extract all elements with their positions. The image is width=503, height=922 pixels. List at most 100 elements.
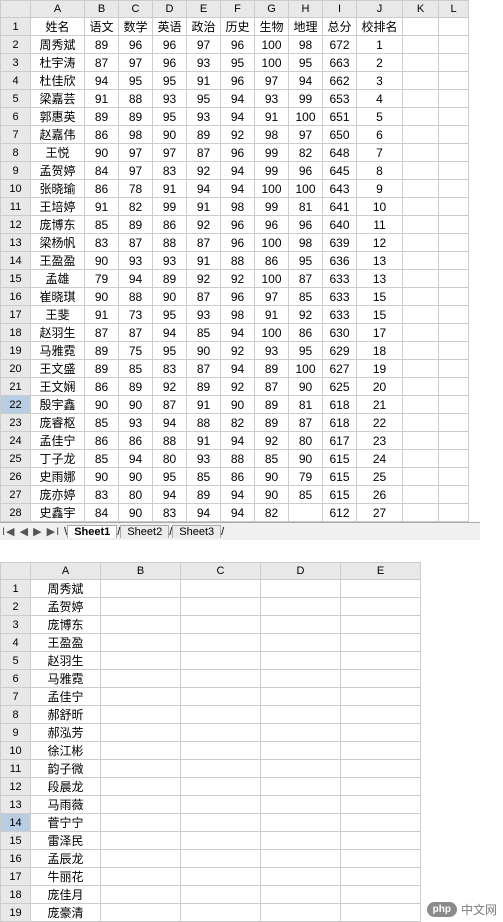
cell[interactable]: 618 xyxy=(323,414,357,432)
cell[interactable]: 100 xyxy=(255,324,289,342)
cell[interactable]: 79 xyxy=(289,468,323,486)
col-header-A[interactable]: A xyxy=(31,563,101,580)
cell[interactable]: 83 xyxy=(153,360,187,378)
cell[interactable]: 645 xyxy=(323,162,357,180)
cell[interactable]: 菅宁宁 xyxy=(31,814,101,832)
cell[interactable]: 英语 xyxy=(153,18,187,36)
row-header[interactable]: 14 xyxy=(1,252,31,270)
cell[interactable]: 93 xyxy=(187,450,221,468)
cell[interactable] xyxy=(181,886,261,904)
cell[interactable]: 94 xyxy=(221,162,255,180)
cell[interactable] xyxy=(341,688,421,706)
cell[interactable]: 94 xyxy=(221,504,255,522)
cell[interactable]: 92 xyxy=(221,270,255,288)
cell[interactable]: 95 xyxy=(289,342,323,360)
cell[interactable]: 91 xyxy=(255,306,289,324)
cell[interactable] xyxy=(439,306,469,324)
cell[interactable] xyxy=(181,814,261,832)
cell[interactable]: 75 xyxy=(119,342,153,360)
cell[interactable] xyxy=(261,580,341,598)
row-header[interactable]: 9 xyxy=(1,724,31,742)
cell[interactable]: 姓名 xyxy=(31,18,85,36)
cell[interactable] xyxy=(403,144,439,162)
cell[interactable] xyxy=(181,616,261,634)
cell[interactable]: 96 xyxy=(221,288,255,306)
col-header-J[interactable]: J xyxy=(357,1,403,18)
cell[interactable]: 92 xyxy=(187,162,221,180)
cell[interactable]: 88 xyxy=(153,432,187,450)
cell[interactable]: 96 xyxy=(221,144,255,162)
cell[interactable]: 82 xyxy=(221,414,255,432)
row-header[interactable]: 14 xyxy=(1,814,31,832)
cell[interactable]: 651 xyxy=(323,108,357,126)
cell[interactable]: 91 xyxy=(187,72,221,90)
cell[interactable]: 90 xyxy=(85,144,119,162)
row-header[interactable]: 12 xyxy=(1,216,31,234)
cell[interactable] xyxy=(439,54,469,72)
cell[interactable]: 84 xyxy=(85,162,119,180)
cell[interactable]: 90 xyxy=(255,468,289,486)
row-header[interactable]: 8 xyxy=(1,706,31,724)
cell[interactable]: 数学 xyxy=(119,18,153,36)
cell[interactable] xyxy=(439,90,469,108)
cell[interactable]: 95 xyxy=(153,306,187,324)
row-header[interactable]: 9 xyxy=(1,162,31,180)
cell[interactable] xyxy=(403,306,439,324)
cell[interactable] xyxy=(101,652,181,670)
cell[interactable]: 97 xyxy=(119,54,153,72)
cell[interactable]: 赵羽生 xyxy=(31,324,85,342)
col-header-C[interactable]: C xyxy=(119,1,153,18)
cell[interactable]: 91 xyxy=(187,396,221,414)
cell[interactable] xyxy=(439,324,469,342)
cell[interactable] xyxy=(289,504,323,522)
row-header[interactable]: 25 xyxy=(1,450,31,468)
cell[interactable] xyxy=(403,252,439,270)
cell[interactable] xyxy=(439,378,469,396)
cell[interactable] xyxy=(403,486,439,504)
cell[interactable] xyxy=(341,706,421,724)
cell[interactable]: 80 xyxy=(153,450,187,468)
cell[interactable]: 庞豪清 xyxy=(31,904,101,922)
cell[interactable]: 23 xyxy=(357,432,403,450)
cell[interactable]: 89 xyxy=(119,216,153,234)
cell[interactable]: 80 xyxy=(119,486,153,504)
cell[interactable] xyxy=(403,36,439,54)
cell[interactable]: 83 xyxy=(85,234,119,252)
cell[interactable] xyxy=(101,688,181,706)
cell[interactable]: 26 xyxy=(357,486,403,504)
cell[interactable] xyxy=(439,162,469,180)
cell[interactable]: 100 xyxy=(255,36,289,54)
col-header-C[interactable]: C xyxy=(181,563,261,580)
cell[interactable] xyxy=(101,886,181,904)
col-header-E[interactable]: E xyxy=(341,563,421,580)
cell[interactable]: 地理 xyxy=(289,18,323,36)
cell[interactable]: 78 xyxy=(119,180,153,198)
cell[interactable]: 段晨龙 xyxy=(31,778,101,796)
cell[interactable]: 8 xyxy=(357,162,403,180)
cell[interactable]: 95 xyxy=(289,252,323,270)
col-header-F[interactable]: F xyxy=(221,1,255,18)
cell[interactable]: 王培婷 xyxy=(31,198,85,216)
cell[interactable]: 周秀斌 xyxy=(31,580,101,598)
cell[interactable] xyxy=(439,234,469,252)
cell[interactable] xyxy=(403,324,439,342)
cell[interactable] xyxy=(439,468,469,486)
cell[interactable]: 636 xyxy=(323,252,357,270)
cell[interactable]: 郝泓芳 xyxy=(31,724,101,742)
cell[interactable] xyxy=(181,850,261,868)
cell[interactable]: 92 xyxy=(187,270,221,288)
cell[interactable]: 总分 xyxy=(323,18,357,36)
cell[interactable]: 663 xyxy=(323,54,357,72)
cell[interactable]: 98 xyxy=(221,306,255,324)
cell[interactable] xyxy=(181,724,261,742)
cell[interactable]: 83 xyxy=(153,504,187,522)
cell[interactable]: 83 xyxy=(85,486,119,504)
cell[interactable]: 93 xyxy=(119,252,153,270)
row-header[interactable]: 23 xyxy=(1,414,31,432)
cell[interactable] xyxy=(403,234,439,252)
cell[interactable]: 90 xyxy=(289,378,323,396)
row-header[interactable]: 7 xyxy=(1,688,31,706)
cell[interactable]: 语文 xyxy=(85,18,119,36)
cell[interactable] xyxy=(261,850,341,868)
cell[interactable] xyxy=(261,778,341,796)
